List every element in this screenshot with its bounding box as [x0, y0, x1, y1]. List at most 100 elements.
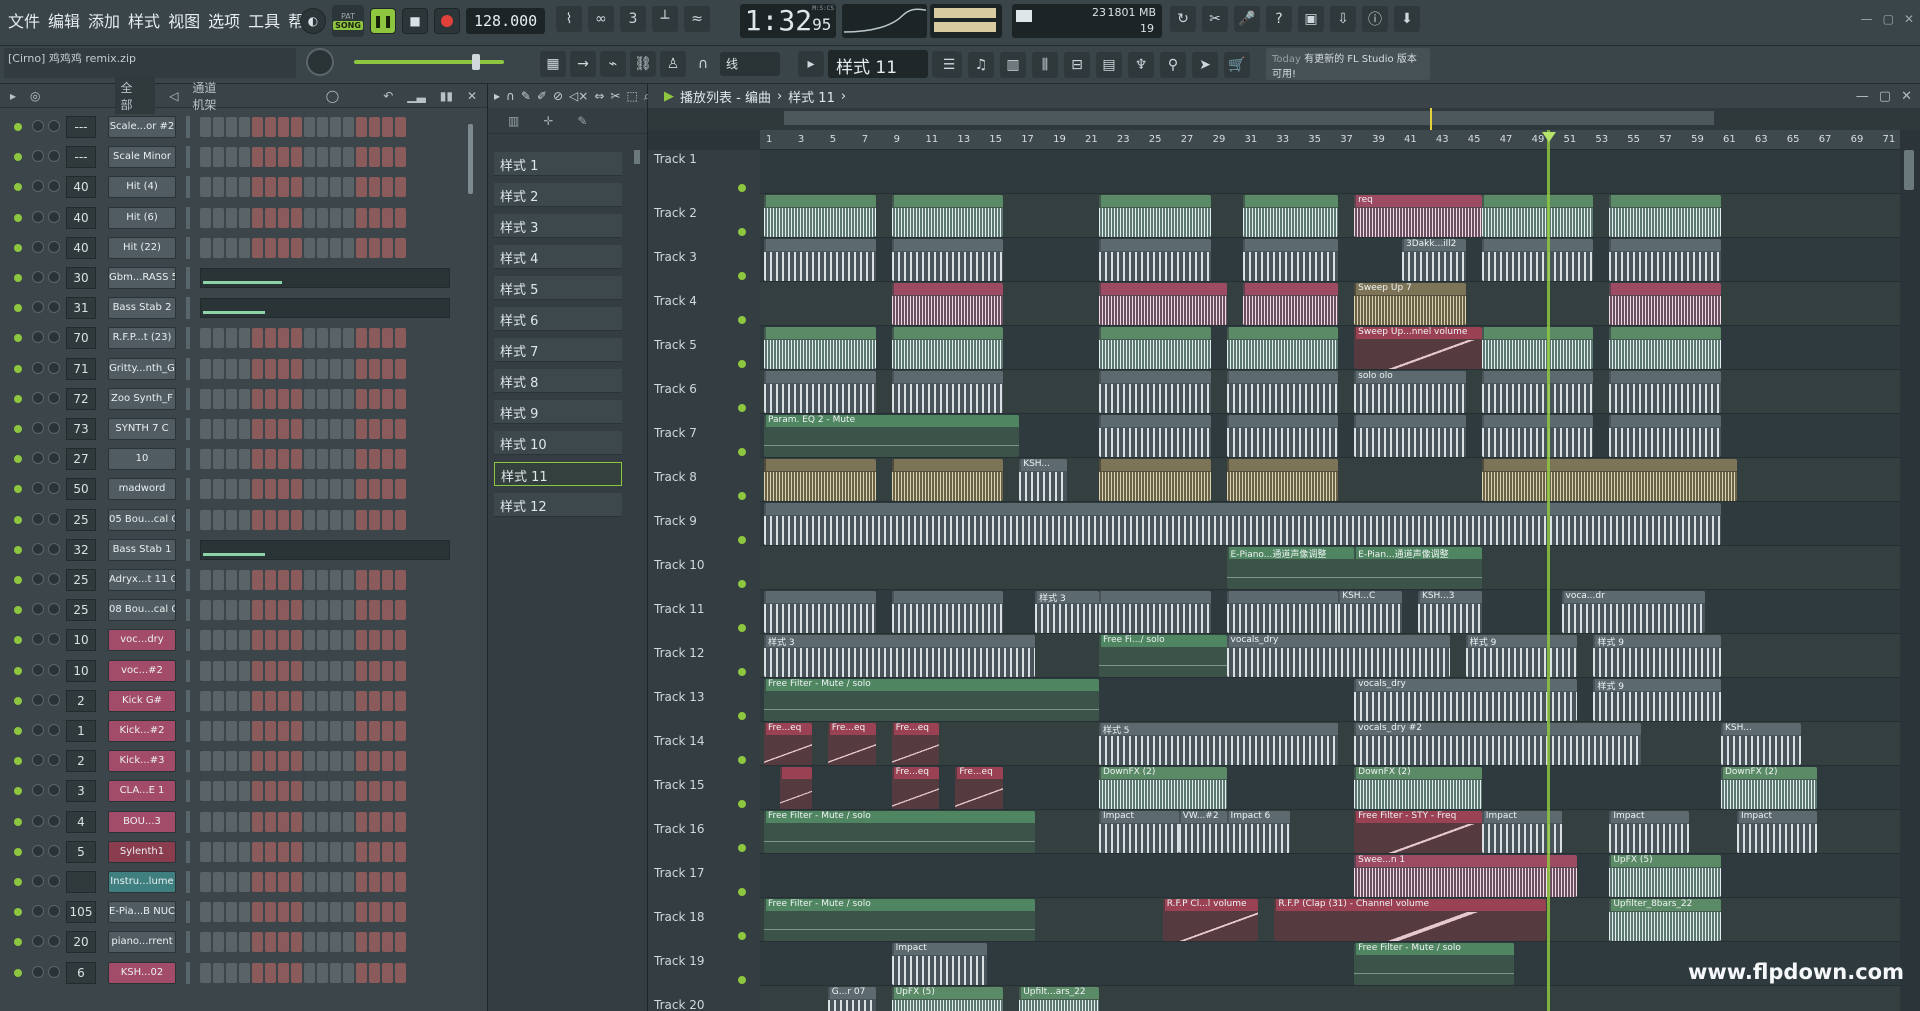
playlist-clip[interactable]: E-Piano...通道声像调整 — [1226, 547, 1355, 589]
step-button[interactable] — [213, 449, 224, 470]
cut-icon[interactable]: ✂ — [1202, 6, 1228, 32]
step-button[interactable] — [226, 902, 237, 923]
step-button[interactable] — [343, 962, 354, 983]
channel-pan-knob[interactable] — [32, 180, 44, 193]
channel-select[interactable] — [186, 720, 190, 742]
step-button[interactable] — [213, 237, 224, 258]
step-button[interactable] — [226, 570, 237, 590]
channel-pan-knob[interactable] — [32, 965, 44, 978]
channel-row[interactable]: 105 E-Pia...B NUC — [10, 899, 480, 925]
step-button[interactable] — [304, 479, 315, 500]
channel-row[interactable]: 20 piano...rrent — [10, 929, 480, 955]
step-button[interactable] — [356, 660, 367, 681]
playlist-clip[interactable] — [1098, 195, 1211, 237]
channel-mixer-track[interactable]: 73 — [66, 418, 96, 440]
step-button[interactable] — [226, 781, 237, 802]
channel-mute-led[interactable] — [14, 425, 22, 433]
track-mute-led[interactable] — [738, 492, 746, 500]
step-button[interactable] — [382, 811, 393, 832]
step-button[interactable] — [213, 479, 224, 500]
step-button[interactable] — [317, 358, 328, 379]
step-button[interactable] — [239, 660, 250, 681]
step-button[interactable] — [343, 509, 354, 530]
step-button[interactable] — [265, 237, 276, 258]
step-button[interactable] — [278, 358, 289, 379]
pattern-item[interactable]: 样式 4 — [494, 245, 622, 269]
step-button[interactable] — [369, 328, 380, 349]
countdown-icon[interactable]: 3 — [620, 6, 646, 32]
step-button[interactable] — [382, 358, 393, 379]
channel-mute-led[interactable] — [14, 394, 22, 403]
step-button[interactable] — [265, 479, 276, 500]
step-button[interactable] — [382, 449, 393, 470]
step-button[interactable] — [291, 721, 302, 741]
step-button[interactable] — [343, 237, 354, 258]
playlist-clip[interactable]: VW...#2 — [1178, 811, 1227, 853]
step-button[interactable] — [291, 328, 302, 349]
step-button[interactable] — [252, 781, 263, 802]
step-button[interactable] — [343, 419, 354, 439]
menu-item-0[interactable]: 文件 — [4, 8, 44, 32]
step-button[interactable] — [343, 600, 354, 621]
step-button[interactable] — [239, 237, 250, 258]
step-button[interactable] — [213, 207, 224, 228]
step-button[interactable] — [330, 721, 341, 741]
step-button[interactable] — [200, 630, 211, 651]
step-button[interactable] — [213, 902, 224, 923]
channel-mixer-track[interactable]: 70 — [66, 327, 96, 350]
step-button[interactable] — [343, 388, 354, 409]
channel-row[interactable]: 25 05 Bou...cal C — [10, 507, 480, 533]
step-button[interactable] — [317, 570, 328, 590]
step-button[interactable] — [200, 207, 211, 228]
channel-select[interactable] — [186, 840, 190, 863]
track-mute-led[interactable] — [738, 800, 746, 808]
playlist-clip[interactable]: DownFX (2) — [1354, 767, 1482, 809]
channel-name-button[interactable]: Adryx...t 11 C — [108, 569, 176, 591]
channel-mute-led[interactable] — [14, 666, 22, 675]
step-button[interactable] — [369, 932, 380, 953]
channel-volume-knob[interactable] — [48, 573, 60, 585]
step-button[interactable] — [317, 841, 328, 862]
channel-mixer-track[interactable]: 25 — [66, 599, 96, 622]
channel-name-button[interactable]: Scale Minor — [108, 146, 176, 169]
step-button[interactable] — [265, 177, 276, 198]
step-button[interactable] — [343, 449, 354, 470]
track-mute-led[interactable] — [738, 712, 746, 720]
channel-row[interactable]: 6 KSH...02 — [10, 960, 480, 986]
step-button[interactable] — [356, 690, 367, 711]
step-button[interactable] — [304, 449, 315, 470]
step-button[interactable] — [200, 570, 211, 590]
channel-volume-knob[interactable] — [48, 633, 60, 646]
step-button[interactable] — [304, 660, 315, 681]
export-icon[interactable]: ⇩ — [1330, 6, 1356, 32]
pattern-select[interactable]: 样式 11 — [828, 50, 928, 78]
channel-mute-led[interactable] — [14, 636, 22, 645]
step-button[interactable] — [395, 147, 406, 168]
channel-pan-knob[interactable] — [32, 482, 44, 495]
step-button[interactable] — [382, 600, 393, 621]
step-button[interactable] — [369, 690, 380, 711]
playlist-overview[interactable] — [648, 108, 1920, 130]
channel-graph[interactable] — [200, 268, 450, 288]
step-button[interactable] — [226, 841, 237, 862]
step-button[interactable] — [252, 449, 263, 470]
step-button[interactable] — [200, 841, 211, 862]
step-button[interactable] — [226, 962, 237, 983]
track-lane[interactable] — [760, 150, 1900, 194]
channel-pan-knob[interactable] — [32, 724, 44, 736]
step-button[interactable] — [252, 721, 263, 741]
step-button[interactable] — [369, 600, 380, 621]
channel-select[interactable] — [186, 236, 190, 259]
track-mute-led[interactable] — [738, 360, 746, 368]
step-button[interactable] — [252, 630, 263, 651]
playlist-clip[interactable]: Sweep Up...nnel volume — [1354, 327, 1482, 369]
step-button[interactable] — [343, 721, 354, 741]
menu-item-2[interactable]: 添加 — [84, 8, 124, 32]
step-button[interactable] — [200, 751, 211, 772]
track-name[interactable]: Track 19 — [654, 954, 704, 968]
channel-mixer-track[interactable] — [66, 871, 96, 893]
playlist-close-icon[interactable]: ✕ — [1901, 89, 1912, 104]
step-button[interactable] — [356, 509, 367, 530]
step-button[interactable] — [200, 509, 211, 530]
channel-mixer-track[interactable]: 72 — [66, 387, 96, 410]
